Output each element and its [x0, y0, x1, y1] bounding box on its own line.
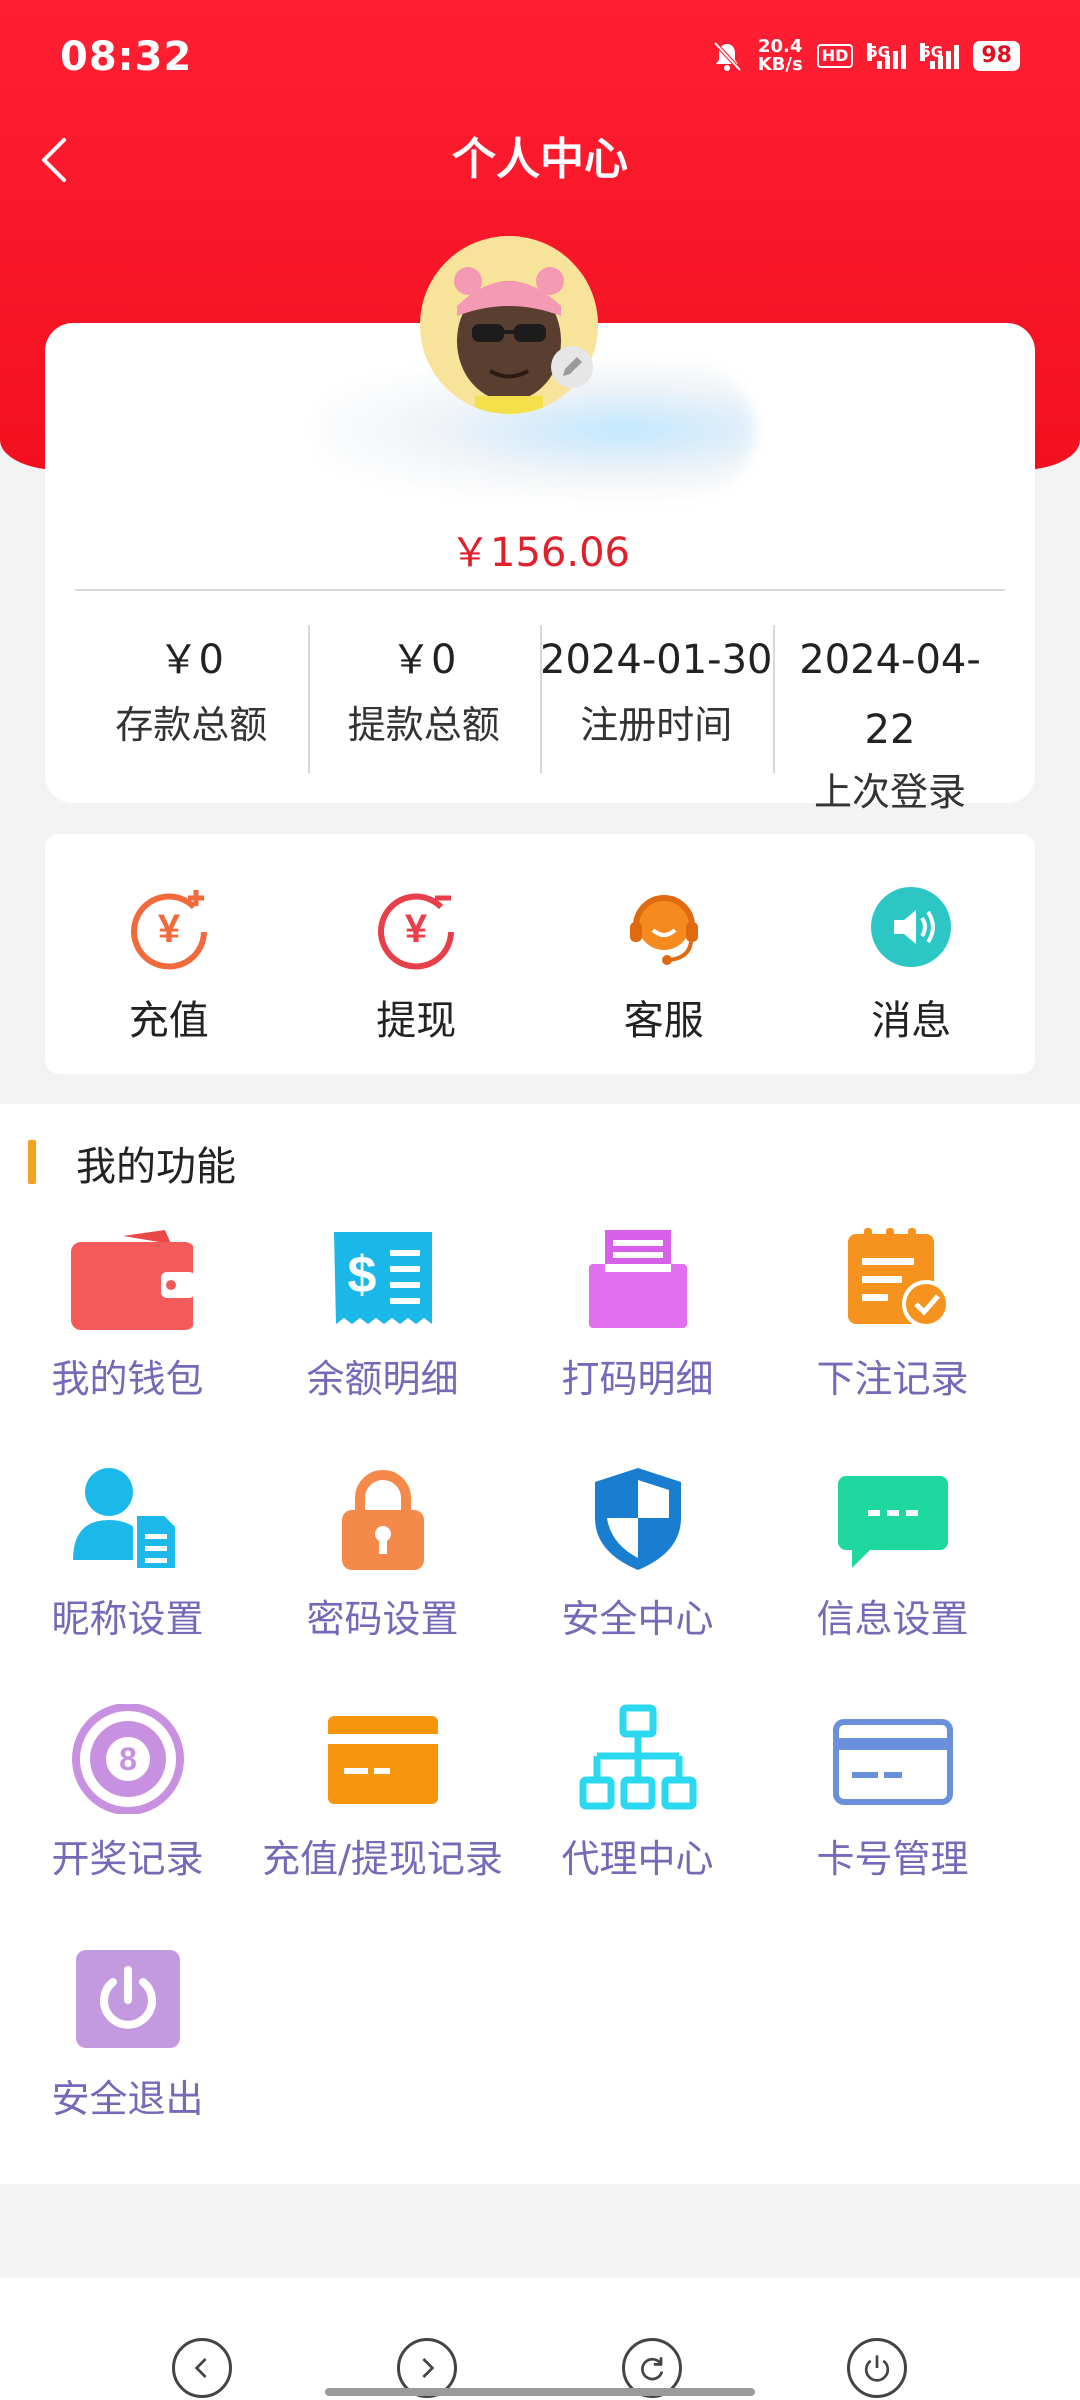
yuan-plus-icon: ¥ [130, 890, 207, 970]
functions-row: 我的钱包 $ 余额明细 打码明细 下注记录 [0, 1224, 1080, 1464]
hd-badge: HD [816, 44, 854, 68]
eight-ball-icon: 8 [71, 1704, 184, 1814]
nickname-settings-button[interactable]: 昵称设置 [0, 1464, 255, 1704]
functions-row: 8 开奖记录 充值/提现记录 代理中心 卡号管理 [0, 1704, 1080, 1944]
quick-actions: ¥ 充值 ¥ 提现 客服 消息 [45, 834, 1035, 1074]
net-speed: 20.4 KB/s [757, 36, 803, 75]
battery-indicator: 98 [973, 41, 1020, 71]
section-accent-bar [28, 1140, 36, 1184]
user-doc-icon [72, 1468, 179, 1572]
back-icon[interactable] [172, 2338, 232, 2398]
functions-grid: 我的钱包 $ 余额明细 打码明细 下注记录 昵称设置 密码设置 安全中心 信息设… [0, 1224, 1080, 2184]
signal-2-icon: 5G [920, 43, 960, 69]
logout-button[interactable]: 安全退出 [0, 1944, 255, 2184]
account-balance: ￥156.06 [450, 530, 630, 576]
mute-bell-icon [713, 41, 742, 72]
card-icon [327, 1716, 438, 1804]
quick-service-button[interactable]: 客服 [540, 834, 788, 1074]
signal-1-icon: 5G [867, 43, 907, 69]
chat-bubble-icon [837, 1476, 948, 1568]
quick-withdraw-button[interactable]: ¥ 提现 [293, 834, 541, 1074]
power-icon[interactable] [847, 2338, 907, 2398]
stat-last-login: 2024-04- 22 上次登录 [799, 637, 981, 814]
wallet-icon [70, 1230, 193, 1330]
bet-detail-button[interactable]: 打码明细 [510, 1224, 765, 1464]
functions-row: 安全退出 [0, 1944, 1080, 2184]
stat-deposit-total: ￥0 存款总额 [115, 637, 268, 747]
hierarchy-icon [579, 1704, 696, 1810]
divider [75, 589, 1005, 591]
speaker-icon [871, 887, 952, 967]
stat-register-time: 2024-01-30 注册时间 [540, 625, 773, 775]
power-icon [75, 1950, 180, 2048]
svg-text:¥: ¥ [405, 907, 428, 951]
card-number-management-button[interactable]: 卡号管理 [765, 1704, 1020, 1944]
printer-icon [588, 1230, 687, 1328]
clipboard-check-icon [847, 1228, 950, 1328]
lock-icon [341, 1470, 424, 1570]
info-settings-button[interactable]: 信息设置 [765, 1464, 1020, 1704]
yuan-minus-icon: ¥ [378, 893, 455, 970]
stat-withdraw-total: ￥0 提款总额 [307, 625, 541, 775]
functions-row: 昵称设置 密码设置 安全中心 信息设置 [0, 1464, 1080, 1704]
shield-icon [594, 1468, 681, 1570]
page-title: 个人中心 [452, 134, 628, 185]
svg-text:8: 8 [119, 1741, 137, 1777]
edit-pencil-icon[interactable] [550, 345, 594, 389]
balance-detail-button[interactable]: $ 余额明细 [255, 1224, 510, 1464]
status-bar: 08:32 20.4 KB/s HD 5G 5G 98 [0, 0, 1080, 100]
functions-title: 我的功能 [76, 1144, 236, 1190]
quick-message-button[interactable]: 消息 [788, 834, 1036, 1074]
recharge-withdraw-record-button[interactable]: 充值/提现记录 [255, 1704, 510, 1944]
home-indicator[interactable] [325, 2388, 755, 2396]
my-wallet-button[interactable]: 我的钱包 [0, 1224, 255, 1464]
status-icons: 20.4 KB/s HD 5G 5G 98 [710, 38, 1020, 74]
svg-text:¥: ¥ [158, 907, 181, 951]
functions-section: 我的功能 我的钱包 $ 余额明细 打码明细 下注记录 昵称设置 密码设置 安全中… [0, 1104, 1080, 2184]
bank-card-icon [832, 1719, 953, 1805]
lottery-record-button[interactable]: 8 开奖记录 [0, 1704, 255, 1944]
bottom-navigation [0, 2278, 1080, 2400]
security-center-button[interactable]: 安全中心 [510, 1464, 765, 1704]
quick-recharge-button[interactable]: ¥ 充值 [45, 834, 293, 1074]
bet-record-button[interactable]: 下注记录 [765, 1224, 1020, 1464]
receipt-icon: $ [333, 1232, 432, 1324]
status-time: 08:32 [60, 34, 193, 80]
agent-center-button[interactable]: 代理中心 [510, 1704, 765, 1944]
headset-icon [629, 895, 698, 965]
password-settings-button[interactable]: 密码设置 [255, 1464, 510, 1704]
svg-text:$: $ [347, 1246, 376, 1304]
